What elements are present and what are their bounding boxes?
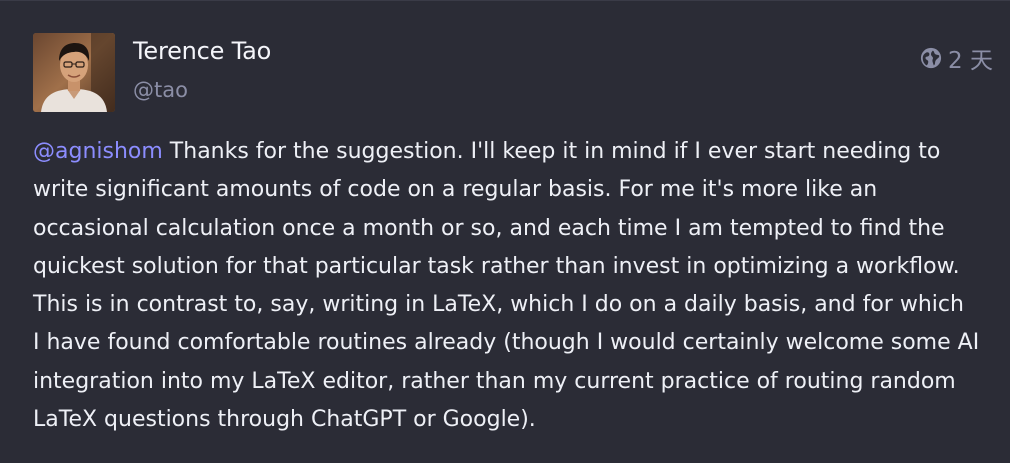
- timestamp-label: 2 天: [948, 48, 993, 74]
- status-timestamp[interactable]: 2 天: [920, 41, 993, 75]
- content-line: integration into my LaTeX editor, rather…: [33, 368, 956, 394]
- content-line: @agnishom Thanks for the suggestion. I'l…: [33, 133, 993, 171]
- author-display-name[interactable]: Terence Tao: [133, 37, 271, 65]
- content-line: write significant amounts of code on a r…: [33, 177, 878, 203]
- mention-link[interactable]: @agnishom: [33, 139, 163, 164]
- avatar[interactable]: [33, 33, 115, 112]
- status-content: @agnishom Thanks for the suggestion. I'l…: [33, 133, 993, 439]
- status-paragraph: @agnishom Thanks for the suggestion. I'l…: [33, 133, 993, 439]
- content-line: LaTeX questions through ChatGPT or Googl…: [33, 407, 536, 433]
- status-post: Terence Tao @tao 2 天 @agnishom Thanks fo…: [0, 0, 1010, 463]
- author-handle[interactable]: @tao: [133, 78, 188, 102]
- content-line: quickest solution for that particular ta…: [33, 253, 960, 279]
- content-text: Thanks for the suggestion. I'll keep it …: [162, 139, 941, 164]
- content-line: This is in contrast to, say, writing in …: [33, 292, 964, 318]
- content-line: I have found comfortable routines alread…: [33, 330, 980, 356]
- avatar-image: [33, 33, 115, 112]
- globe-icon: [920, 47, 942, 69]
- content-line: occasional calculation once a month or s…: [33, 215, 945, 241]
